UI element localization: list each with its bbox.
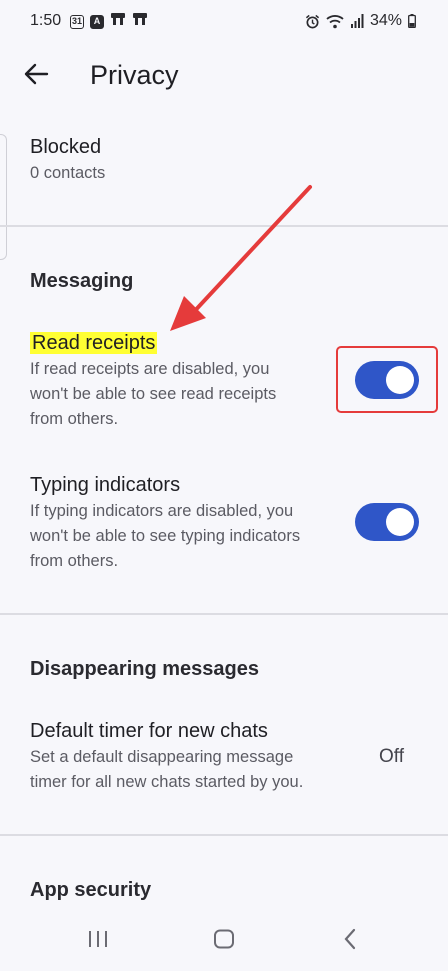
annotation-highlight-box — [336, 346, 438, 413]
typing-indicators-description: If typing indicators are disabled, you w… — [30, 499, 300, 574]
blocked-title: Blocked — [30, 136, 102, 158]
privacy-screen: 1:50 31 A 34% Privacy Blocked 0 contacts… — [0, 0, 448, 971]
battery-percent: 34% — [369, 12, 402, 29]
description-line: If read receipts are disabled, you — [30, 360, 270, 378]
status-time: 1:50 — [30, 12, 62, 29]
app-bar: Privacy — [0, 48, 448, 102]
description-line: won't be able to see read receipts — [30, 385, 277, 403]
scroll-indicator[interactable] — [0, 134, 7, 260]
home-icon — [213, 929, 235, 954]
description-line: from others. — [30, 552, 119, 570]
read-receipts-title: Read receipts — [30, 332, 158, 355]
disappearing-section-header: Disappearing messages — [30, 658, 259, 680]
toggle-knob — [386, 508, 414, 536]
divider — [0, 834, 448, 836]
description-line: from others. — [30, 410, 119, 428]
chevron-left-icon — [342, 928, 358, 955]
pinned-app-icon — [110, 12, 126, 31]
back-button[interactable] — [16, 56, 56, 96]
messaging-section-header: Messaging — [30, 270, 134, 292]
calendar-icon: 31 — [70, 14, 84, 29]
home-button[interactable] — [204, 925, 244, 957]
arrow-left-icon — [23, 63, 49, 90]
system-status-icons: 34% — [305, 12, 416, 30]
description-line: If typing indicators are disabled, you — [30, 502, 294, 520]
typing-indicators-toggle[interactable] — [355, 503, 419, 541]
nav-back-button[interactable] — [330, 925, 370, 957]
default-timer-value: Off — [379, 746, 404, 767]
divider — [0, 613, 448, 615]
read-receipts-description: If read receipts are disabled, you won't… — [30, 357, 276, 432]
page-title: Privacy — [90, 60, 179, 90]
status-bar: 1:50 31 A 34% — [0, 0, 448, 42]
notification-icons: 31 A — [70, 12, 148, 31]
a-notification-icon: A — [90, 14, 104, 29]
divider — [0, 225, 448, 227]
description-line: Set a default disappearing message — [30, 748, 294, 766]
highlighted-text: Read receipts — [30, 332, 158, 354]
system-nav-bar — [0, 911, 448, 971]
alarm-icon — [305, 14, 320, 29]
signal-icon — [350, 14, 364, 28]
app-security-section-header: App security — [30, 879, 152, 901]
recents-button[interactable] — [78, 925, 118, 957]
typing-indicators-title: Typing indicators — [30, 474, 181, 496]
recents-icon — [87, 929, 109, 954]
description-line: won't be able to see typing indicators — [30, 527, 301, 545]
blocked-subtitle: 0 contacts — [30, 164, 106, 182]
description-line: timer for all new chats started by you. — [30, 773, 304, 791]
default-timer-description: Set a default disappearing message timer… — [30, 745, 303, 795]
pinned-app-icon-2 — [132, 12, 148, 31]
battery-icon — [408, 14, 416, 28]
wifi-icon — [326, 14, 344, 29]
default-timer-title: Default timer for new chats — [30, 720, 268, 742]
